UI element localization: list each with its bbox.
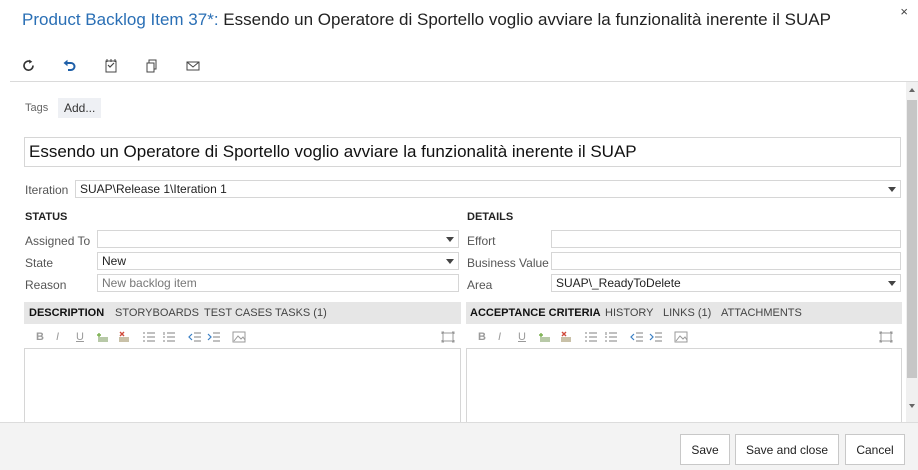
scroll-down-icon[interactable] <box>909 404 915 408</box>
description-rte-toolbar: B I U <box>24 326 461 348</box>
clear-format-icon[interactable] <box>117 330 131 344</box>
tab-attachments[interactable]: ATTACHMENTS <box>721 307 802 319</box>
reason-field[interactable]: New backlog item <box>97 274 459 292</box>
highlight-icon[interactable] <box>96 330 110 344</box>
refresh-icon[interactable] <box>19 56 39 76</box>
bullet-list-icon[interactable] <box>584 330 598 344</box>
tab-acceptance-criteria[interactable]: ACCEPTANCE CRITERIA <box>470 307 601 319</box>
description-editor[interactable] <box>24 348 461 422</box>
work-item-form: Tags Add... Essendo un Operatore di Spor… <box>0 82 906 422</box>
acceptance-criteria-editor[interactable] <box>466 348 902 422</box>
right-tabbar: ACCEPTANCE CRITERIA HISTORY LINKS (1) AT… <box>466 302 902 324</box>
scrollbar-thumb[interactable] <box>907 100 917 378</box>
outdent-icon[interactable] <box>630 330 644 344</box>
scroll-up-icon[interactable] <box>909 88 915 92</box>
acceptance-rte-toolbar: B I U <box>466 326 902 348</box>
tab-tasks[interactable]: TASKS (1) <box>275 307 327 319</box>
dialog-footer: Save Save and close Cancel <box>0 422 918 470</box>
bold-button[interactable]: B <box>478 330 486 344</box>
numbered-list-icon[interactable] <box>604 330 618 344</box>
assigned-to-dropdown[interactable] <box>97 230 459 248</box>
maximize-icon[interactable] <box>879 330 893 344</box>
iteration-label: Iteration <box>25 183 69 197</box>
outdent-icon[interactable] <box>188 330 202 344</box>
toolbar <box>0 52 918 80</box>
title-field[interactable]: Essendo un Operatore di Sportello voglio… <box>24 137 901 167</box>
highlight-icon[interactable] <box>538 330 552 344</box>
email-icon[interactable] <box>183 56 203 76</box>
maximize-icon[interactable] <box>441 330 455 344</box>
work-item-kind: Product Backlog Item 37*: <box>22 10 219 29</box>
status-heading: STATUS <box>25 211 68 223</box>
area-dropdown[interactable]: SUAP\_ReadyToDelete <box>551 274 901 292</box>
area-value: SUAP\_ReadyToDelete <box>556 276 681 290</box>
tab-description[interactable]: DESCRIPTION <box>29 307 104 319</box>
copy-icon[interactable] <box>142 56 162 76</box>
reason-label: Reason <box>25 278 67 292</box>
effort-field[interactable] <box>551 230 901 248</box>
iteration-dropdown[interactable]: SUAP\Release 1\Iteration 1 <box>75 180 901 198</box>
save-button[interactable]: Save <box>680 434 730 465</box>
state-value: New <box>102 254 127 268</box>
vertical-scrollbar[interactable] <box>906 82 918 422</box>
clear-format-icon[interactable] <box>559 330 573 344</box>
iteration-value: SUAP\Release 1\Iteration 1 <box>80 182 227 196</box>
tab-test-cases[interactable]: TEST CASES <box>204 307 272 319</box>
state-dropdown[interactable]: New <box>97 252 459 270</box>
cancel-button[interactable]: Cancel <box>845 434 905 465</box>
undo-icon[interactable] <box>60 56 80 76</box>
image-icon[interactable] <box>674 330 688 344</box>
close-icon[interactable]: × <box>900 4 908 19</box>
bullet-list-icon[interactable] <box>142 330 156 344</box>
tab-storyboards[interactable]: STORYBOARDS <box>115 307 199 319</box>
effort-label: Effort <box>467 234 496 248</box>
numbered-list-icon[interactable] <box>162 330 176 344</box>
tags-label: Tags <box>25 102 49 114</box>
underline-button[interactable]: U <box>76 330 84 344</box>
italic-button[interactable]: I <box>498 330 501 344</box>
assigned-to-label: Assigned To <box>25 234 91 248</box>
indent-icon[interactable] <box>207 330 221 344</box>
indent-icon[interactable] <box>649 330 663 344</box>
add-tag-button[interactable]: Add... <box>58 98 102 118</box>
chevron-down-icon <box>446 237 454 242</box>
area-label: Area <box>467 278 493 292</box>
dialog-titlebar: Product Backlog Item 37*: Essendo un Ope… <box>0 0 918 46</box>
details-heading: DETAILS <box>467 211 514 223</box>
business-value-label: Business Value <box>467 256 549 270</box>
tab-history[interactable]: HISTORY <box>605 307 654 319</box>
left-tabbar: DESCRIPTION STORYBOARDS TEST CASES TASKS… <box>24 302 461 324</box>
bold-button[interactable]: B <box>36 330 44 344</box>
state-label: State <box>25 256 54 270</box>
tab-links[interactable]: LINKS (1) <box>663 307 711 319</box>
business-value-field[interactable] <box>551 252 901 270</box>
save-and-close-button[interactable]: Save and close <box>735 434 839 465</box>
chevron-down-icon <box>888 187 896 192</box>
work-item-heading: Essendo un Operatore di Sportello voglio… <box>223 10 831 29</box>
underline-button[interactable]: U <box>518 330 526 344</box>
chevron-down-icon <box>888 281 896 286</box>
italic-button[interactable]: I <box>56 330 59 344</box>
image-icon[interactable] <box>232 330 246 344</box>
save-notes-icon[interactable] <box>101 56 121 76</box>
chevron-down-icon <box>446 259 454 264</box>
reason-value: New backlog item <box>102 276 197 290</box>
dialog-title: Product Backlog Item 37*: Essendo un Ope… <box>22 10 831 30</box>
